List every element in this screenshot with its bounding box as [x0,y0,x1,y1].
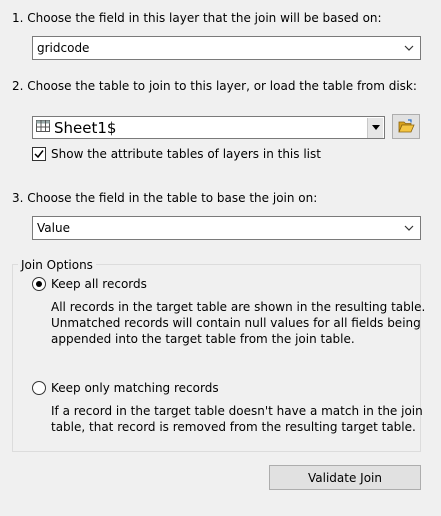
step2-label: 2. Choose the table to join to this laye… [12,79,417,93]
validate-join-button[interactable]: Validate Join [269,465,421,490]
table-select[interactable]: Sheet1$ [32,116,385,139]
validate-join-label: Validate Join [308,470,382,485]
show-attribute-tables-label: Show the attribute tables of layers in t… [51,147,321,161]
browse-table-button[interactable] [392,114,420,139]
table-field-select[interactable]: Value [32,216,421,240]
join-options-title: Join Options [18,258,96,272]
keep-all-description: All records in the target table are show… [51,300,426,346]
keep-matching-description: If a record in the target table doesn't … [51,404,423,434]
keep-all-label: Keep all records [51,277,147,291]
chevron-down-icon [404,225,414,231]
show-attribute-tables-checkbox[interactable] [32,147,46,161]
step1-label: 1. Choose the field in this layer that t… [12,11,382,25]
table-field-value: Value [37,221,70,235]
chevron-down-icon [404,45,414,51]
keep-all-radio[interactable] [32,277,46,291]
layer-field-value: gridcode [37,41,90,55]
caret-down-icon [372,125,380,130]
checkmark-icon [34,150,44,159]
keep-matching-radio[interactable] [32,381,46,395]
folder-open-icon [398,119,415,133]
keep-matching-label: Keep only matching records [51,381,219,395]
table-value: Sheet1$ [54,119,117,137]
layer-field-select[interactable]: gridcode [32,36,421,60]
table-dropdown-button[interactable] [367,118,383,138]
table-icon [36,120,50,132]
step3-label: 3. Choose the field in the table to base… [12,191,318,205]
